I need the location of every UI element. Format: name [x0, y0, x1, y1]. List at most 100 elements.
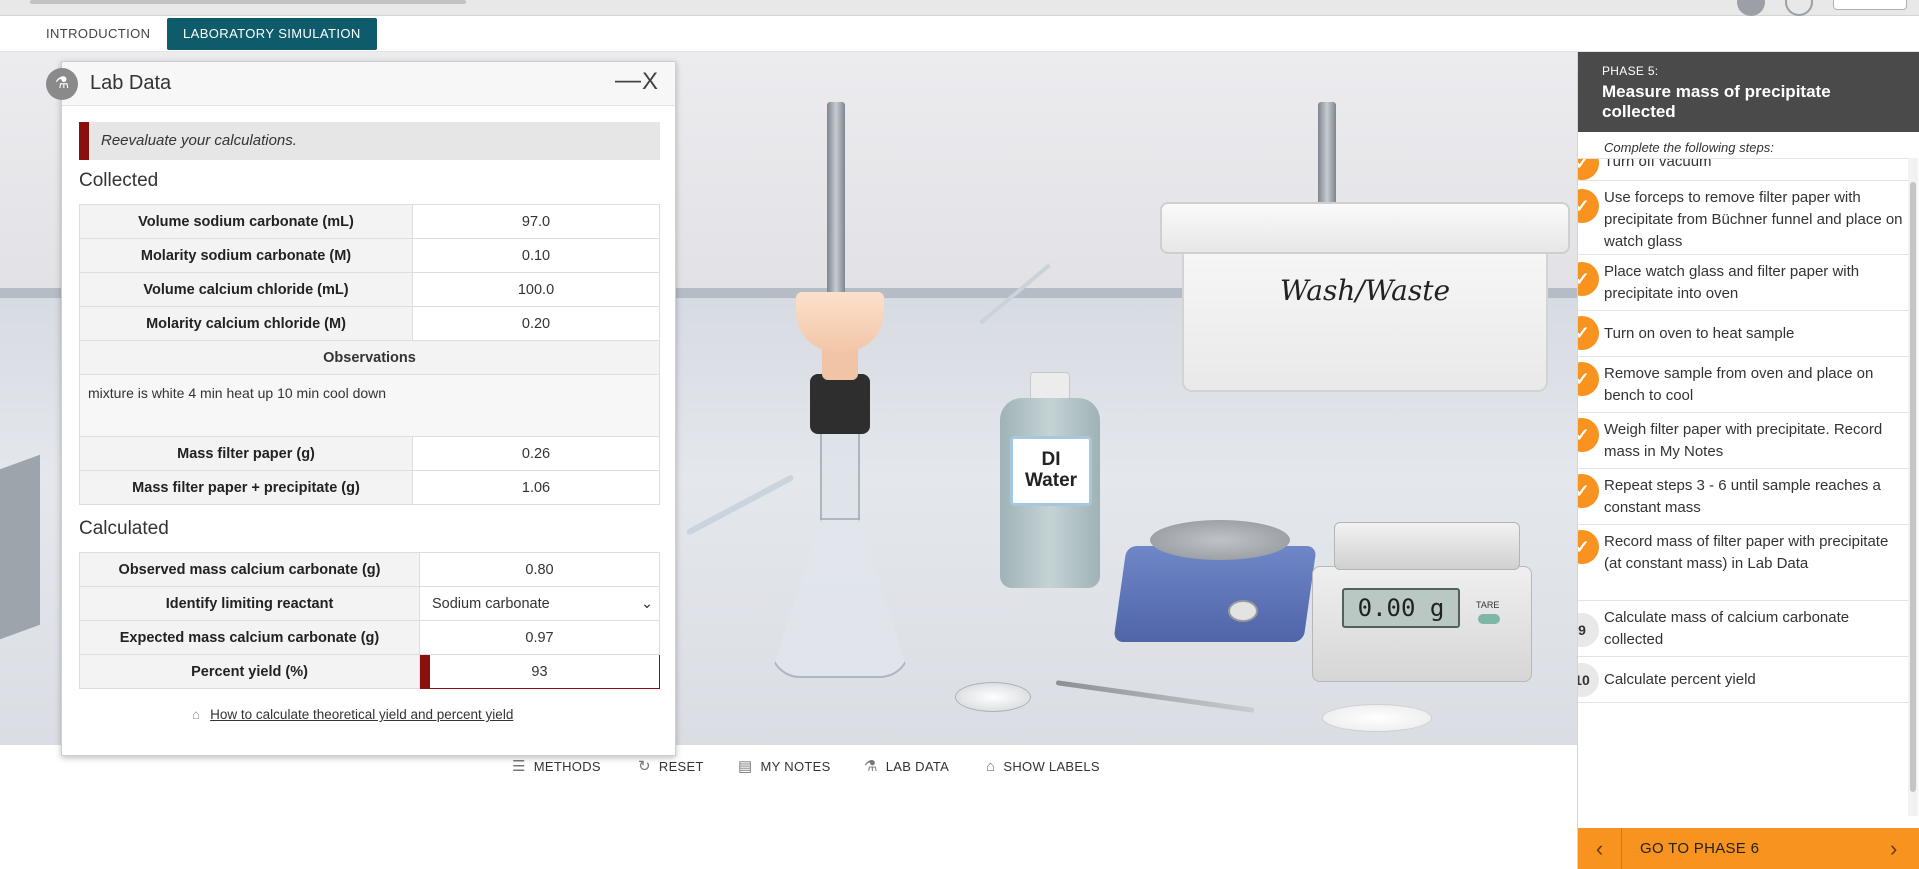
- table-row: mixture is white 4 min heat up 10 min co…: [79, 374, 660, 437]
- observations-text[interactable]: mixture is white 4 min heat up 10 min co…: [79, 374, 660, 437]
- bottle-label-line2: Water: [1024, 470, 1078, 491]
- checkmark-icon: ✓: [1578, 418, 1599, 452]
- phase-number: PHASE 5:: [1602, 64, 1659, 78]
- bottle-label: DI Water: [1010, 436, 1092, 506]
- row-value[interactable]: 0.10: [412, 238, 660, 273]
- labdata-label: LAB DATA: [885, 759, 950, 774]
- lab-data-button[interactable]: ⚗ LAB DATA: [864, 757, 949, 777]
- minimize-button[interactable]: —: [615, 64, 641, 95]
- chevron-right-icon[interactable]: ›: [1890, 828, 1897, 869]
- hotplate-knob[interactable]: [1228, 600, 1258, 622]
- limiting-reactant-select[interactable]: Sodium carbonate ⌄: [419, 586, 660, 621]
- reset-button[interactable]: ↻ RESET: [638, 757, 704, 777]
- close-button[interactable]: X: [642, 68, 658, 96]
- percent-yield-input[interactable]: 93: [419, 654, 660, 689]
- row-value[interactable]: 100.0: [412, 272, 660, 307]
- step-number: 10: [1578, 663, 1599, 697]
- my-notes-button[interactable]: ▤ MY NOTES: [738, 757, 831, 777]
- filter-papers[interactable]: [1322, 704, 1432, 732]
- collected-heading: Collected: [79, 170, 159, 191]
- panel-title: Lab Data: [90, 72, 172, 94]
- hotplate-base: [1113, 546, 1317, 642]
- sidebar-scrollbar[interactable]: [1908, 158, 1918, 816]
- list-item: ✓ Remove sample from oven and place on b…: [1578, 357, 1908, 413]
- table-row: Molarity sodium carbonate (M) 0.10: [79, 238, 660, 273]
- reset-icon: ↻: [638, 758, 651, 775]
- steps-instruction: Complete the following steps:: [1604, 140, 1774, 155]
- row-value[interactable]: 0.20: [412, 306, 660, 341]
- step-text: Repeat steps 3 - 6 until sample reaches …: [1604, 477, 1881, 516]
- scrollbar-thumb[interactable]: [1910, 182, 1916, 792]
- step-text: Remove sample from oven and place on ben…: [1604, 365, 1874, 404]
- tub-label: Wash/Waste: [1279, 274, 1451, 307]
- menu-button[interactable]: [1833, 0, 1907, 10]
- filter-flask[interactable]: [770, 432, 910, 682]
- phase-nav-bar: ‹ GO TO PHASE 6 ›: [1578, 828, 1919, 869]
- row-value[interactable]: 0.80: [419, 552, 660, 587]
- accessibility-icon[interactable]: [1737, 0, 1765, 16]
- lab-data-panel: ⚗ Lab Data — X Reevaluate your calculati…: [46, 61, 676, 756]
- balance-display: 0.00 g: [1342, 588, 1460, 628]
- list-item: ✓ Turn off vacuum: [1578, 158, 1908, 181]
- step-text: Use forceps to remove filter paper with …: [1604, 189, 1903, 250]
- table-row: Mass filter paper + precipitate (g) 1.06: [79, 470, 660, 505]
- step-text: Turn off vacuum: [1604, 158, 1712, 170]
- tab-bar: INTRODUCTION LABORATORY SIMULATION: [0, 16, 1919, 52]
- flask-icon: ⚗: [46, 68, 78, 100]
- row-value[interactable]: 0.26: [412, 436, 660, 471]
- row-value[interactable]: 1.06: [412, 470, 660, 505]
- balance-pan[interactable]: [1334, 522, 1520, 570]
- table-row: Observed mass calcium carbonate (g) 0.80: [79, 552, 660, 587]
- funnel-stem: [822, 348, 858, 380]
- list-item: 10 Calculate percent yield: [1578, 657, 1908, 703]
- row-value[interactable]: 97.0: [412, 204, 660, 239]
- observations-header: Observations: [79, 340, 660, 375]
- table-row: Observations: [79, 340, 660, 375]
- flask-neck: [820, 432, 860, 522]
- bottle-label-line1: DI: [1041, 449, 1061, 470]
- row-value[interactable]: 0.97: [419, 620, 660, 655]
- top-scrollbar[interactable]: [30, 0, 466, 4]
- list-item: ✓ Place watch glass and filter paper wit…: [1578, 255, 1908, 311]
- checkmark-icon: ✓: [1578, 189, 1599, 223]
- wash-waste-tub[interactable]: Wash/Waste: [1160, 202, 1570, 402]
- panel-header[interactable]: ⚗ Lab Data — X: [46, 62, 675, 106]
- step-text: Turn on oven to heat sample: [1604, 325, 1795, 342]
- checkmark-icon: ✓: [1578, 474, 1599, 508]
- help-link-text[interactable]: How to calculate theoretical yield and p…: [210, 707, 513, 722]
- list-item: ✓ Repeat steps 3 - 6 until sample reache…: [1578, 469, 1908, 525]
- tare-button[interactable]: [1478, 614, 1500, 624]
- row-label: Percent yield (%): [79, 654, 420, 689]
- step-text: Calculate percent yield: [1604, 671, 1756, 688]
- tag-icon: ⌂: [986, 758, 996, 775]
- row-label: Volume sodium carbonate (mL): [79, 204, 413, 239]
- tab-introduction[interactable]: INTRODUCTION: [30, 18, 166, 50]
- tub-rim: [1160, 202, 1570, 254]
- tab-laboratory-simulation[interactable]: LABORATORY SIMULATION: [167, 18, 377, 50]
- methods-button[interactable]: ☰ METHODS: [512, 757, 601, 777]
- step-text: Weigh filter paper with precipitate. Rec…: [1604, 421, 1883, 460]
- list-item: ✓ Weigh filter paper with precipitate. R…: [1578, 413, 1908, 469]
- di-water-bottle[interactable]: DI Water: [1000, 372, 1100, 588]
- checkmark-icon: ✓: [1578, 262, 1599, 296]
- show-labels-button[interactable]: ⌂ SHOW LABELS: [986, 757, 1100, 777]
- select-value: Sodium carbonate: [432, 595, 550, 612]
- flask-bowl: [770, 518, 910, 678]
- language-globe-icon[interactable]: [1785, 0, 1813, 16]
- help-link[interactable]: ⌂ How to calculate theoretical yield and…: [192, 707, 513, 722]
- step-list[interactable]: ✓ Turn off vacuum ✓ Use forceps to remov…: [1578, 158, 1908, 816]
- step-text: Calculate mass of calcium carbonate coll…: [1604, 609, 1850, 648]
- checkmark-icon: ✓: [1578, 362, 1599, 396]
- previous-phase-button[interactable]: ‹: [1578, 828, 1622, 869]
- analytical-balance[interactable]: 0.00 g TARE: [1312, 522, 1532, 682]
- phase-sidebar: PHASE 5: Measure mass of precipitate col…: [1577, 52, 1919, 869]
- list-item: ✓ Record mass of filter paper with preci…: [1578, 525, 1908, 601]
- phase-header: PHASE 5: Measure mass of precipitate col…: [1578, 52, 1919, 132]
- checkmark-icon: ✓: [1578, 159, 1599, 180]
- watch-glass[interactable]: [955, 682, 1031, 712]
- table-row: Molarity calcium chloride (M) 0.20: [79, 306, 660, 341]
- stir-hotplate[interactable]: [1113, 520, 1317, 642]
- go-to-phase-6-button[interactable]: GO TO PHASE 6: [1640, 828, 1759, 869]
- collected-table: Volume sodium carbonate (mL) 97.0 Molari…: [79, 204, 660, 505]
- chevron-left-icon: ‹: [1595, 836, 1604, 861]
